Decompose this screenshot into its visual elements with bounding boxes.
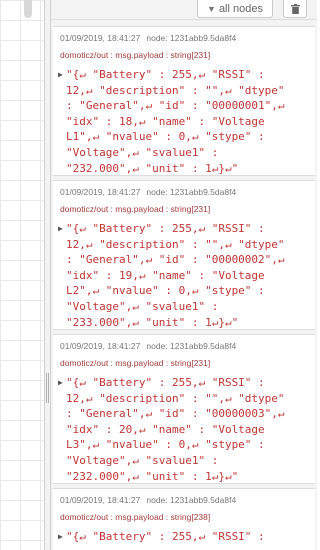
debug-toolbar: ▼ all nodes bbox=[51, 0, 317, 20]
payload-line: "Voltage",↵ "svalue1" : bbox=[66, 145, 219, 159]
message-meta: 01/09/2019, 18:41:27 node: 1231abb9.5da8f… bbox=[60, 32, 315, 44]
message-timestamp: 01/09/2019, 18:41:27 bbox=[60, 33, 141, 43]
message-timestamp: 01/09/2019, 18:41:27 bbox=[60, 341, 141, 351]
message-payload[interactable]: ▶ "{↵ "Battery" : 255,↵ "RSSI" : 12,↵ "des… bbox=[58, 67, 315, 176]
sidebar-splitter[interactable] bbox=[44, 0, 51, 550]
payload-line: L1",↵ "nvalue" : 0,↵ "stype" : bbox=[66, 130, 265, 144]
message-payload[interactable]: ▶ "{↵ "Battery" : 255,↵ "RSSI" : 12,↵ "des… bbox=[58, 375, 315, 484]
payload-line: : "General",↵ "id" : "00000002",↵ bbox=[66, 253, 285, 267]
debug-message: 01/09/2019, 18:41:27 node: 1231abb9.5da8f… bbox=[53, 488, 315, 550]
message-meta: 01/09/2019, 18:41:27 node: 1231abb9.5da8f… bbox=[60, 340, 315, 352]
message-topic: domoticz/out : msg.payload : string[231] bbox=[60, 204, 211, 214]
clear-messages-button[interactable] bbox=[283, 0, 307, 18]
message-payload[interactable]: ▶ "{↵ "Battery" : 255,↵ "RSSI" : 12,↵ "des… bbox=[58, 221, 315, 330]
payload-line: L3",↵ "nvalue" : 0,↵ "stype" : bbox=[66, 438, 265, 452]
payload-line: "idx" : 19,↵ "name" : "Voltage bbox=[66, 268, 265, 282]
message-meta: 01/09/2019, 18:41:27 node: 1231abb9.5da8f… bbox=[60, 494, 315, 506]
filter-label: all nodes bbox=[218, 2, 263, 15]
payload-line: "{↵ "Battery" : 255,↵ "RSSI" : bbox=[66, 530, 265, 543]
expand-caret-icon[interactable]: ▶ bbox=[58, 375, 63, 391]
payload-line: "Voltage",↵ "svalue1" : bbox=[66, 453, 219, 467]
message-node-id[interactable]: node: 1231abb9.5da8f4 bbox=[146, 341, 236, 351]
payload-line: : "General",↵ "id" : "00000001",↵ bbox=[66, 99, 285, 113]
message-topic: domoticz/out : msg.payload : string[231] bbox=[60, 50, 211, 60]
payload-line: : "General",↵ "id" : "00000003",↵ bbox=[66, 407, 285, 421]
message-node-id[interactable]: node: 1231abb9.5da8f4 bbox=[146, 495, 236, 505]
payload-line: 12,↵ "description" : "",↵ "dtype" bbox=[66, 83, 285, 97]
canvas-scrollbar[interactable] bbox=[24, 0, 32, 18]
debug-message: 01/09/2019, 18:41:27 node: 1231abb9.5da8f… bbox=[53, 180, 315, 330]
message-topic: domoticz/out : msg.payload : string[238] bbox=[60, 512, 211, 522]
expand-caret-icon[interactable]: ▶ bbox=[58, 67, 63, 83]
payload-line: "233.000",↵ "unit" : 1↵}↵" bbox=[66, 315, 239, 329]
message-topic: domoticz/out : msg.payload : string[231] bbox=[60, 358, 211, 368]
payload-line: "idx" : 20,↵ "name" : "Voltage bbox=[66, 422, 265, 436]
message-timestamp: 01/09/2019, 18:41:27 bbox=[60, 495, 141, 505]
debug-message: 01/09/2019, 18:41:27 node: 1231abb9.5da8f… bbox=[53, 26, 315, 176]
payload-line: "232.000",↵ "unit" : 1↵}↵" bbox=[66, 161, 239, 175]
payload-line: "{↵ "Battery" : 255,↵ "RSSI" : bbox=[66, 376, 265, 389]
payload-line: "232.000",↵ "unit" : 1↵}↵" bbox=[66, 469, 239, 483]
payload-line: "{↵ "Battery" : 255,↵ "RSSI" : bbox=[66, 222, 265, 235]
message-meta: 01/09/2019, 18:41:27 node: 1231abb9.5da8f… bbox=[60, 186, 315, 198]
debug-message: 01/09/2019, 18:41:27 node: 1231abb9.5da8f… bbox=[53, 334, 315, 484]
payload-line: "{↵ "Battery" : 255,↵ "RSSI" : bbox=[66, 68, 265, 81]
payload-line: "Voltage",↵ "svalue1" : bbox=[66, 299, 219, 313]
payload-line: 12,↵ "description" : "",↵ "dtype" bbox=[66, 391, 285, 405]
trash-icon bbox=[290, 3, 300, 14]
debug-sidebar: ▼ all nodes 01/09/2019, 18:41:27 node: 12… bbox=[51, 0, 317, 550]
message-node-id[interactable]: node: 1231abb9.5da8f4 bbox=[146, 33, 236, 43]
splitter-grip[interactable] bbox=[46, 373, 49, 403]
message-timestamp: 01/09/2019, 18:41:27 bbox=[60, 187, 141, 197]
flow-canvas[interactable] bbox=[0, 0, 44, 550]
filter-nodes-button[interactable]: ▼ all nodes bbox=[197, 0, 273, 18]
payload-line: "idx" : 18,↵ "name" : "Voltage bbox=[66, 114, 265, 128]
expand-caret-icon[interactable]: ▶ bbox=[58, 529, 63, 545]
message-node-id[interactable]: node: 1231abb9.5da8f4 bbox=[146, 187, 236, 197]
message-payload[interactable]: ▶ "{↵ "Battery" : 255,↵ "RSSI" : bbox=[58, 529, 315, 545]
expand-caret-icon[interactable]: ▶ bbox=[58, 221, 63, 237]
filter-icon: ▼ bbox=[207, 3, 216, 14]
payload-line: 12,↵ "description" : "",↵ "dtype" bbox=[66, 237, 285, 251]
payload-line: L2",↵ "nvalue" : 0,↵ "stype" : bbox=[66, 284, 265, 298]
debug-message-list[interactable]: 01/09/2019, 18:41:27 node: 1231abb9.5da8f… bbox=[51, 20, 317, 550]
